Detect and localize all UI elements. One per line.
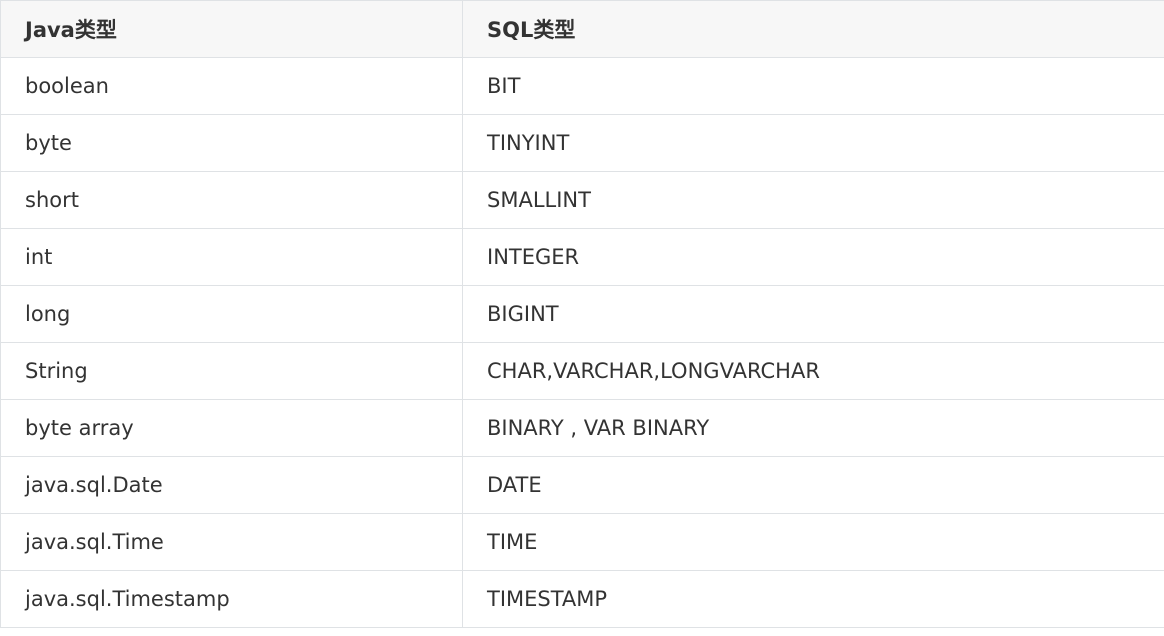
table-row: String CHAR,VARCHAR,LONGVARCHAR: [0, 342, 1164, 400]
sql-type-cell: TIMESTAMP: [462, 570, 1164, 628]
sql-type-cell: BINARY , VAR BINARY: [462, 399, 1164, 457]
table-row: java.sql.Time TIME: [0, 513, 1164, 571]
java-type-cell: long: [0, 285, 463, 343]
type-mapping-table: Java类型 SQL类型 boolean BIT byte TINYINT sh…: [0, 0, 1164, 628]
java-type-cell: java.sql.Timestamp: [0, 570, 463, 628]
header-java-type: Java类型: [0, 0, 463, 58]
sql-type-cell: INTEGER: [462, 228, 1164, 286]
sql-type-cell: DATE: [462, 456, 1164, 514]
table-row: boolean BIT: [0, 57, 1164, 115]
table-row: short SMALLINT: [0, 171, 1164, 229]
sql-type-cell: TINYINT: [462, 114, 1164, 172]
java-type-cell: int: [0, 228, 463, 286]
table-row: java.sql.Timestamp TIMESTAMP: [0, 570, 1164, 628]
java-type-cell: java.sql.Time: [0, 513, 463, 571]
table-row: byte TINYINT: [0, 114, 1164, 172]
sql-type-cell: CHAR,VARCHAR,LONGVARCHAR: [462, 342, 1164, 400]
table-row: int INTEGER: [0, 228, 1164, 286]
sql-type-cell: BIT: [462, 57, 1164, 115]
table-row: java.sql.Date DATE: [0, 456, 1164, 514]
sql-type-cell: SMALLINT: [462, 171, 1164, 229]
java-type-cell: byte: [0, 114, 463, 172]
header-row: Java类型 SQL类型: [0, 0, 1164, 58]
table-body: boolean BIT byte TINYINT short SMALLINT …: [0, 57, 1164, 628]
java-type-cell: byte array: [0, 399, 463, 457]
table-header: Java类型 SQL类型: [0, 0, 1164, 58]
sql-type-cell: BIGINT: [462, 285, 1164, 343]
header-sql-type: SQL类型: [462, 0, 1164, 58]
java-type-cell: java.sql.Date: [0, 456, 463, 514]
java-type-cell: String: [0, 342, 463, 400]
java-type-cell: short: [0, 171, 463, 229]
java-type-cell: boolean: [0, 57, 463, 115]
table-row: byte array BINARY , VAR BINARY: [0, 399, 1164, 457]
table-row: long BIGINT: [0, 285, 1164, 343]
sql-type-cell: TIME: [462, 513, 1164, 571]
